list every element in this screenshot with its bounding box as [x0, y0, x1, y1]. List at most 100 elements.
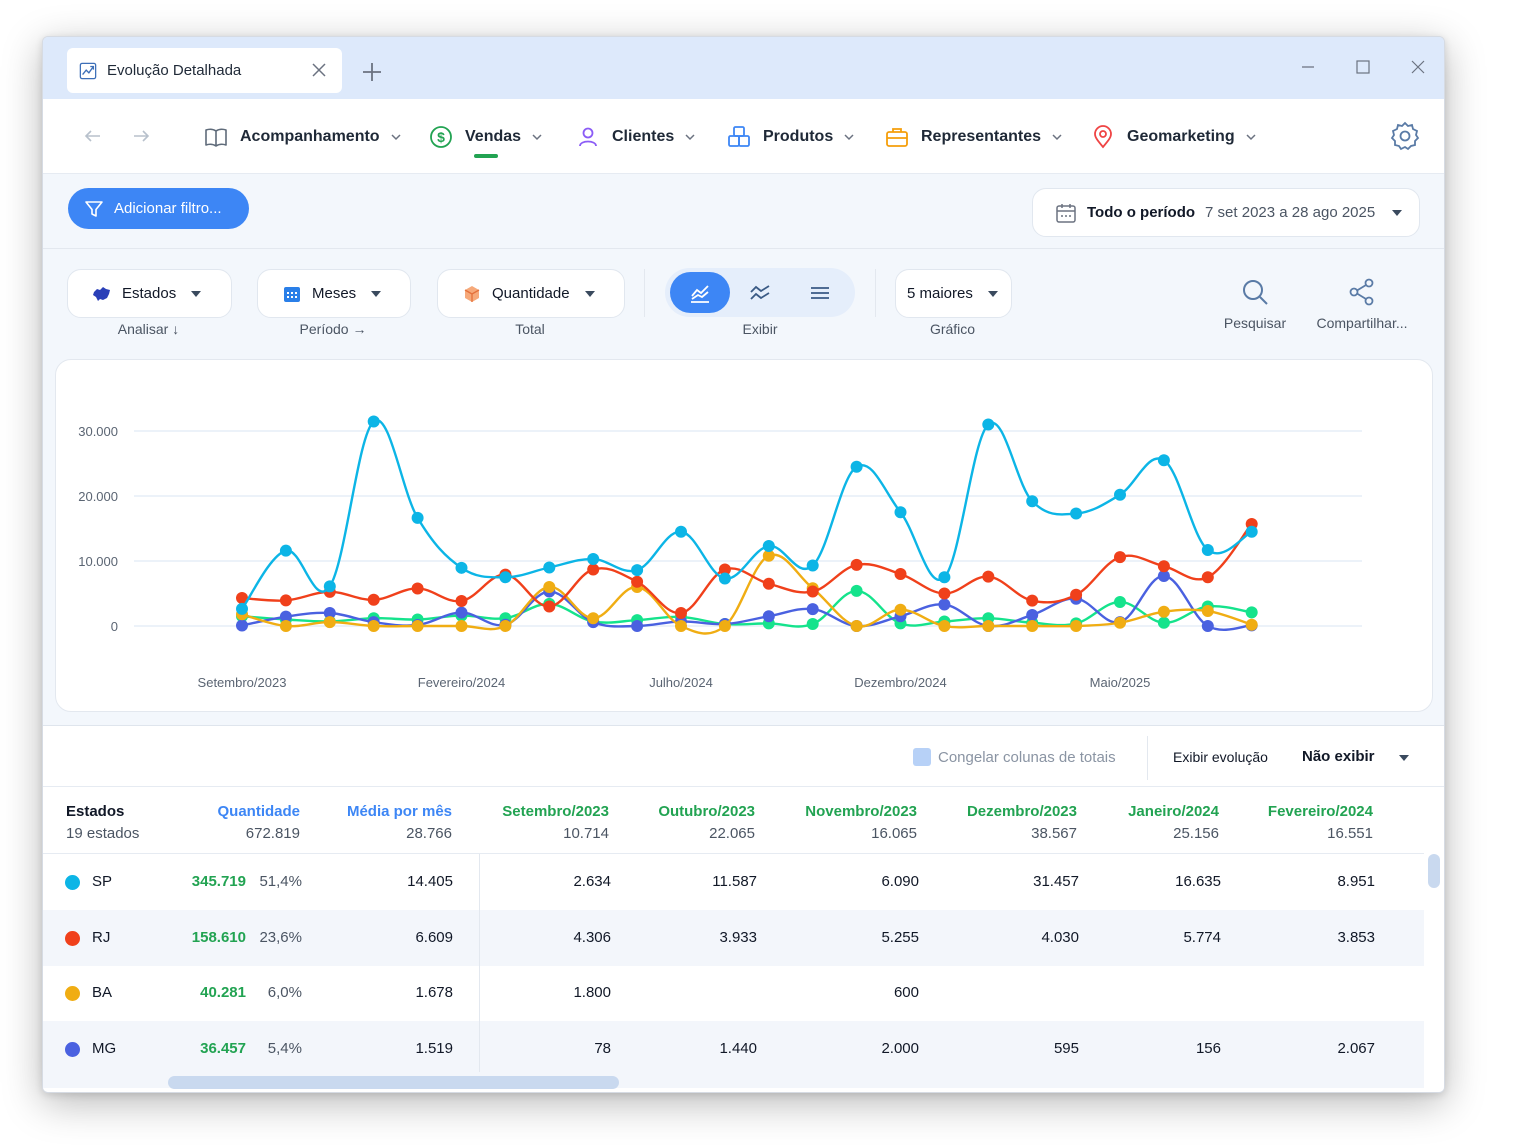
- add-filter-button[interactable]: Adicionar filtro...: [68, 188, 249, 229]
- data-point: [675, 607, 687, 619]
- y-tick-label: 20.000: [78, 489, 118, 504]
- new-tab-plus-icon[interactable]: [361, 61, 383, 83]
- maximize-icon[interactable]: [1355, 59, 1371, 75]
- table-row[interactable]: SP 345.719 51,4% 14.405 2.634 11.587 6.090 31.4…: [43, 854, 1424, 910]
- tab-title: Evolução Detalhada: [107, 62, 242, 79]
- data-point: [1026, 608, 1039, 621]
- column-header[interactable]: Janeiro/2024: [1128, 803, 1219, 820]
- total-value: Quantidade: [492, 285, 570, 302]
- divider: [875, 269, 876, 317]
- column-header[interactable]: Quantidade: [217, 803, 300, 820]
- nav-vendas[interactable]: $ Vendas: [429, 123, 543, 151]
- nav-geomarketing[interactable]: Geomarketing: [1091, 123, 1257, 151]
- freeze-totals-checkbox[interactable]: Congelar colunas de totais: [913, 748, 1116, 766]
- list-icon: [811, 286, 829, 299]
- month-value: 2.000: [881, 1039, 919, 1057]
- scroll-thumb[interactable]: [168, 1076, 619, 1089]
- horizontal-scrollbar[interactable]: [43, 1074, 1424, 1089]
- column-total: 10.714: [563, 825, 609, 842]
- data-point: [938, 571, 951, 584]
- data-point: [236, 619, 248, 632]
- table-toolbar: Congelar colunas de totais Exibir evoluç…: [43, 726, 1444, 787]
- tab-evolucao-detalhada[interactable]: Evolução Detalhada: [67, 48, 342, 93]
- state-code: RJ: [92, 928, 111, 946]
- gear-icon[interactable]: [1390, 121, 1420, 151]
- chevron-down-icon: [1052, 134, 1062, 141]
- caret-down-icon[interactable]: [1398, 752, 1410, 764]
- view-table[interactable]: [790, 272, 850, 313]
- column-header[interactable]: Fevereiro/2024: [1268, 803, 1373, 820]
- forward-arrow-icon[interactable]: [131, 126, 151, 146]
- user-icon: [579, 127, 597, 147]
- add-filter-label: Adicionar filtro...: [114, 200, 222, 217]
- analyze-dropdown[interactable]: Estados: [67, 269, 232, 318]
- nav-clientes[interactable]: Clientes: [576, 123, 696, 151]
- briefcase-icon: [886, 128, 908, 147]
- data-point: [455, 606, 468, 619]
- minimize-icon[interactable]: [1300, 59, 1316, 75]
- module-nav: Acompanhamento $ Vendas Clientes Produto…: [43, 99, 1444, 174]
- share-button[interactable]: Compartilhar...: [1307, 277, 1417, 331]
- column-header[interactable]: Média por mês: [347, 803, 452, 820]
- month-value: 2.067: [1337, 1039, 1375, 1057]
- month-value: 4.306: [573, 928, 611, 946]
- search-icon: [1243, 280, 1268, 305]
- chevron-down-icon: [1246, 134, 1256, 141]
- data-point: [1245, 525, 1258, 538]
- data-point: [850, 460, 863, 473]
- search-button[interactable]: Pesquisar: [1200, 277, 1310, 331]
- data-point: [411, 582, 424, 595]
- column-total: 19 estados: [66, 825, 140, 842]
- data-point: [631, 620, 644, 632]
- period-grouping-dropdown[interactable]: Meses: [257, 269, 411, 318]
- svg-text:$: $: [437, 129, 445, 145]
- chart-top-n-dropdown[interactable]: 5 maiores: [895, 269, 1012, 318]
- quantity-value: 345.719: [191, 873, 246, 890]
- quantity-percent: 5,4%: [267, 1039, 302, 1057]
- data-point: [762, 540, 775, 553]
- nav-produtos[interactable]: Produtos: [727, 123, 855, 151]
- column-header[interactable]: Outubro/2023: [658, 803, 755, 820]
- data-point: [894, 568, 907, 580]
- data-table-section: Congelar colunas de totais Exibir evoluç…: [43, 725, 1444, 1092]
- series-color-dot: [65, 930, 80, 946]
- quantity-value: 36.457: [200, 1039, 246, 1057]
- state-code: SP: [92, 873, 113, 890]
- data-point: [675, 525, 687, 538]
- column-header[interactable]: Estados: [66, 803, 124, 820]
- quantity-value: 40.281: [200, 984, 246, 1001]
- nav-acompanhamento[interactable]: Acompanhamento: [204, 123, 402, 151]
- column-header[interactable]: Setembro/2023: [502, 803, 609, 820]
- vertical-scrollbar[interactable]: [1428, 854, 1440, 1074]
- data-point: [1114, 595, 1126, 608]
- close-icon[interactable]: [310, 61, 328, 79]
- data-point: [587, 553, 600, 566]
- period-selector[interactable]: Todo o período 7 set 2023 a 28 ago 2025: [1032, 188, 1420, 237]
- freeze-label: Congelar colunas de totais: [938, 748, 1116, 766]
- table-row[interactable]: BA 40.281 6,0% 1.678 1.800 600: [43, 965, 1424, 1021]
- view-line-chart[interactable]: [670, 272, 730, 313]
- data-point: [982, 418, 995, 431]
- x-tick-label: Fevereiro/2024: [418, 675, 505, 690]
- back-arrow-icon[interactable]: [83, 126, 103, 146]
- nav-label: Acompanhamento: [240, 128, 380, 145]
- column-header[interactable]: Novembro/2023: [805, 803, 917, 820]
- total-dropdown[interactable]: Quantidade: [437, 269, 625, 318]
- divider: [1147, 736, 1148, 780]
- table-row[interactable]: MG 36.457 5,4% 1.519 78 1.440 2.000 595 156 2.067: [43, 1020, 1424, 1077]
- data-point: [1070, 620, 1083, 632]
- view-trend-chart[interactable]: [730, 272, 790, 313]
- chart-top-n-value: 5 maiores: [907, 285, 973, 302]
- monthly-average: 14.405: [407, 873, 453, 890]
- window-close-icon[interactable]: [1410, 59, 1426, 75]
- table-row[interactable]: RJ 158.610 23,6% 6.609 4.306 3.933 5.255 4.030 5…: [43, 909, 1424, 966]
- chevron-down-icon: [391, 134, 401, 141]
- column-header[interactable]: Dezembro/2023: [967, 803, 1077, 820]
- evolution-dropdown[interactable]: Não exibir: [1302, 748, 1375, 765]
- caret-down-icon: [584, 290, 595, 297]
- chevron-down-icon: [844, 134, 854, 141]
- data-point: [236, 602, 248, 615]
- x-tick-label: Setembro/2023: [198, 675, 287, 690]
- nav-representantes[interactable]: Representantes: [885, 123, 1063, 151]
- scroll-thumb[interactable]: [1428, 854, 1440, 888]
